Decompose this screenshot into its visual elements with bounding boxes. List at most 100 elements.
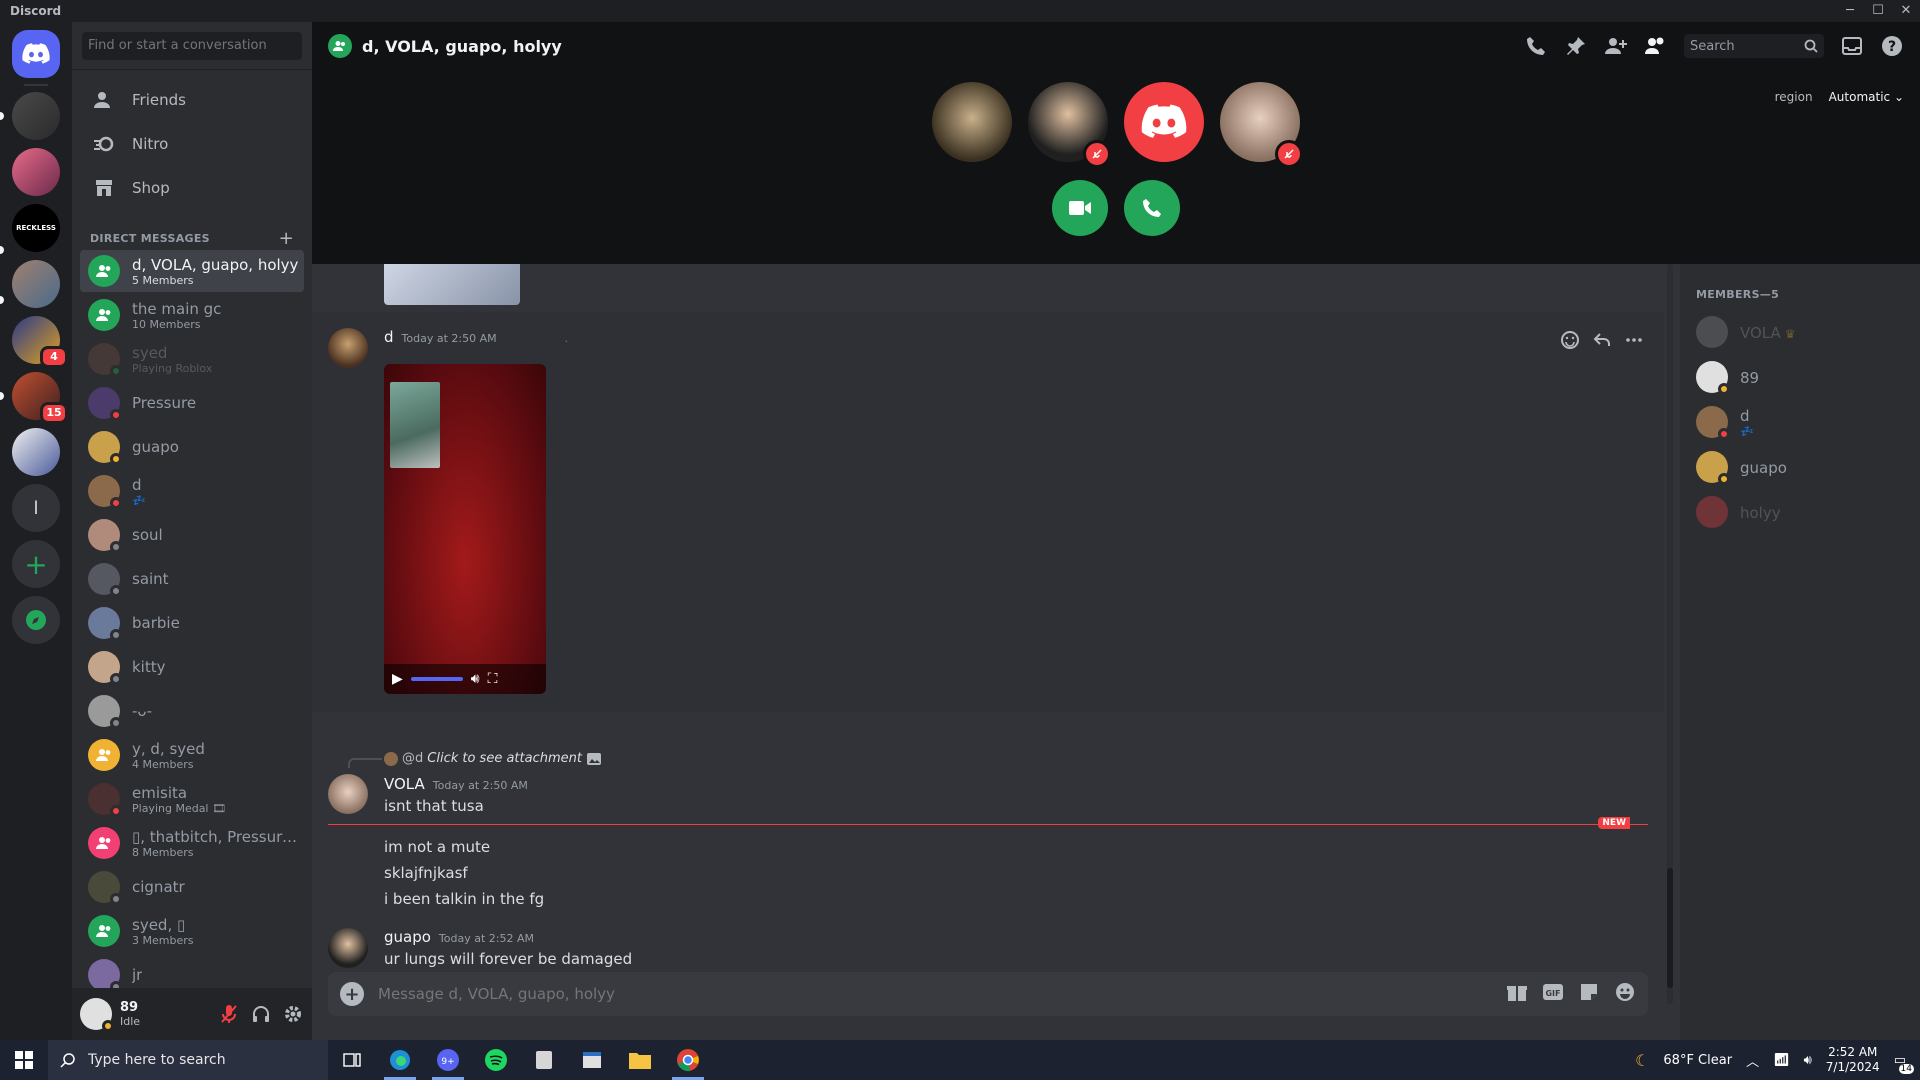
region-selector[interactable]: region Automatic ⌄ [1775,90,1904,104]
chat-scrollbar[interactable] [1667,264,1673,1004]
nav-nitro[interactable]: Nitro [80,122,304,166]
dm-item[interactable]: Pressure [80,382,304,424]
join-call-button[interactable] [1124,180,1180,236]
dm-item[interactable]: emisita Playing Medal 🎞 [80,778,304,820]
tray-expand-icon[interactable]: ︿ [1746,1051,1759,1070]
gif-icon[interactable]: GIF [1542,981,1564,1007]
network-icon[interactable]: 📶︎ [1773,1053,1790,1068]
upload-plus-icon[interactable]: + [340,982,364,1006]
join-video-button[interactable] [1052,180,1108,236]
dm-item[interactable]: the main gc 10 Members [80,294,304,336]
message-author-avatar[interactable] [328,328,368,368]
maximize-button[interactable]: ☐ [1864,0,1892,22]
inbox-icon[interactable] [1840,34,1864,58]
close-button[interactable]: ✕ [1892,0,1920,22]
call-participant-avatar[interactable] [1124,82,1204,162]
volume-icon[interactable]: 🔊︎ [471,671,480,687]
edge-browser-icon[interactable] [376,1040,424,1080]
server-icon[interactable] [12,428,60,476]
server-icon[interactable] [12,260,60,308]
header-search[interactable]: Search [1684,34,1824,58]
member-item[interactable]: holyy [1688,490,1912,534]
server-icon[interactable]: l [12,484,60,532]
mute-microphone-icon[interactable] [218,1003,240,1025]
add-server-button[interactable]: + [12,540,60,588]
member-item[interactable]: d 💤 [1688,400,1912,444]
clock[interactable]: 2:52 AM 7/1/2024 [1826,1045,1880,1075]
message-author[interactable]: guapo [384,928,431,946]
add-friends-icon[interactable] [1604,34,1628,58]
gift-icon[interactable] [1506,981,1528,1007]
explore-button[interactable] [12,596,60,644]
message-timestamp: Today at 2:52 AM [438,932,534,945]
minimize-button[interactable]: ─ [1836,0,1864,22]
emoji-icon[interactable] [1614,981,1636,1007]
notifications-icon[interactable]: ▭ 14 [1894,1053,1914,1074]
dm-item[interactable]: d 💤 [80,470,304,512]
dm-item[interactable]: guapo [80,426,304,468]
start-button[interactable] [0,1040,48,1080]
member-item[interactable]: guapo [1688,445,1912,489]
dm-item[interactable]: soul [80,514,304,556]
dm-item[interactable]: barbie [80,602,304,644]
headphones-icon[interactable] [250,1003,272,1025]
app-window-icon[interactable] [568,1040,616,1080]
more-options-icon[interactable] [1624,330,1644,354]
dm-item[interactable]: syed Playing Roblox [80,338,304,380]
message-author-avatar[interactable] [328,774,368,814]
spotify-icon[interactable] [472,1040,520,1080]
conversation-search-input[interactable] [82,31,302,60]
scrollbar-thumb[interactable] [1667,868,1673,988]
dm-item[interactable]: syed, ▯ 3 Members [80,910,304,952]
call-participant-avatar[interactable] [932,82,1012,162]
reply-avatar [384,751,398,766]
user-controls [218,1003,304,1025]
fullscreen-icon[interactable]: ⛶ [488,671,498,687]
create-dm-icon[interactable]: + [279,228,294,249]
dm-item[interactable]: kitty [80,646,304,688]
video-attachment[interactable]: ▶ 🔊︎ ⛶ [384,364,546,694]
help-icon[interactable]: ? [1880,34,1904,58]
member-item[interactable]: 89 [1688,355,1912,399]
member-list-icon[interactable] [1644,34,1668,58]
dm-item[interactable]: ▯, thatbitch, Pressure... 8 Members [80,822,304,864]
server-icon[interactable] [12,92,60,140]
dm-item[interactable]: y, d, syed 4 Members [80,734,304,776]
volume-icon[interactable]: 🔊︎ [1804,1053,1812,1068]
image-attachment[interactable] [384,264,520,305]
reply-preview[interactable]: @d Click to see attachment [384,751,602,766]
member-item[interactable]: VOLA ♛ [1688,310,1912,354]
settings-gear-icon[interactable] [282,1003,304,1025]
message-author-avatar[interactable] [328,928,368,968]
pin-icon[interactable] [1564,34,1588,58]
server-icon[interactable] [12,148,60,196]
message-input[interactable] [378,985,1506,1003]
taskbar-search[interactable]: Type here to search [48,1040,328,1080]
discord-taskbar-icon[interactable]: 9+ [424,1040,472,1080]
call-icon[interactable] [1524,34,1548,58]
volume-slider[interactable] [410,677,463,681]
server-icon[interactable]: RECKLESS [12,204,60,252]
dm-item[interactable]: saint [80,558,304,600]
chrome-icon[interactable] [664,1040,712,1080]
add-reaction-icon[interactable] [1560,330,1580,354]
dm-avatar [88,387,122,421]
nav-friends[interactable]: Friends [80,78,304,122]
weather-text[interactable]: 68°F Clear [1663,1053,1732,1068]
message-author[interactable]: VOLA [384,775,425,793]
play-icon[interactable]: ▶ [392,671,403,687]
dm-item[interactable]: d, VOLA, guapo, holyy 5 Members [80,250,304,292]
notepad-icon[interactable] [520,1040,568,1080]
sticker-icon[interactable] [1578,981,1600,1007]
dm-item[interactable]: cignatr [80,866,304,908]
dm-item[interactable]: -ᴗ- [80,690,304,732]
file-explorer-icon[interactable] [616,1040,664,1080]
nav-shop[interactable]: Shop [80,166,304,210]
message-author[interactable]: d [384,328,394,346]
task-view-icon[interactable] [328,1040,376,1080]
user-avatar[interactable] [80,998,114,1032]
dm-avatar [88,563,122,597]
home-button[interactable] [12,30,60,78]
dm-avatar [88,959,122,993]
reply-icon[interactable] [1592,330,1612,354]
